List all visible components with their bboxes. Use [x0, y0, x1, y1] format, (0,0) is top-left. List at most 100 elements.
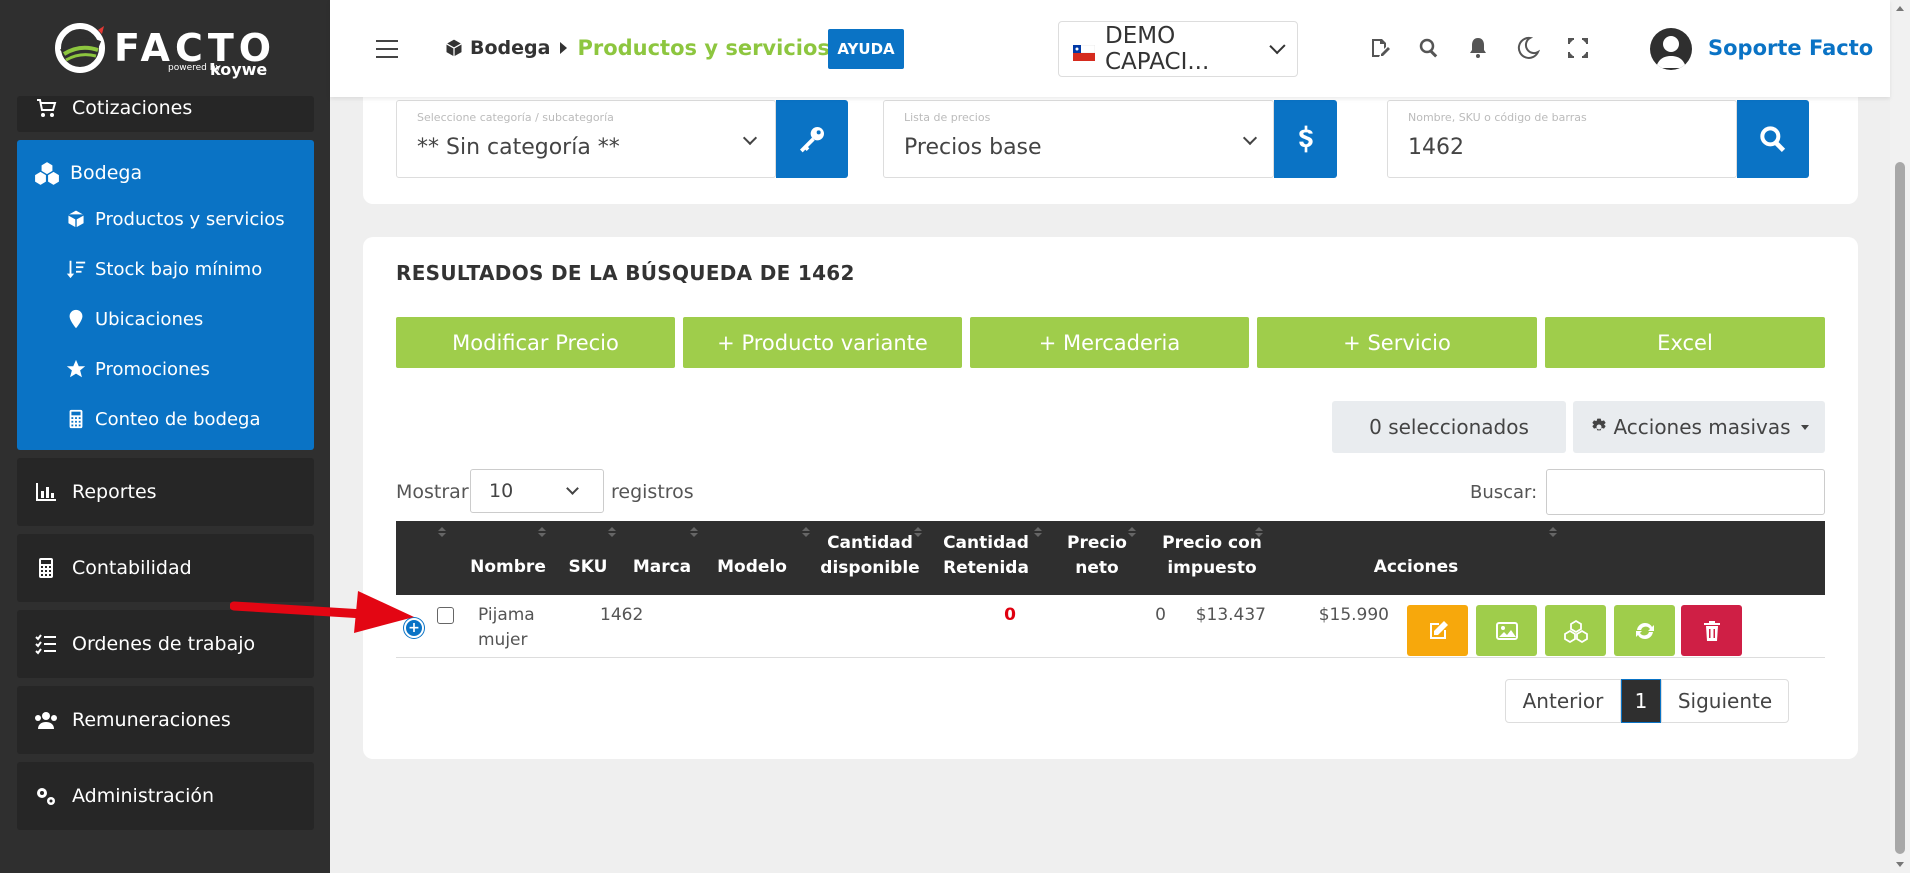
map-pin-icon: [69, 309, 83, 329]
add-merchandise-button[interactable]: + Mercaderia: [970, 317, 1249, 368]
sidebar-item-administracion[interactable]: Administración: [17, 762, 314, 830]
col-sku[interactable]: SKU: [566, 555, 610, 580]
sidebar-section-bodega: Bodega Productos y servicios Stock bajo …: [17, 140, 314, 450]
col-cantidad-retenida[interactable]: Cantidad Retenida: [936, 531, 1036, 581]
stock-button[interactable]: [1545, 605, 1606, 656]
page-length-select[interactable]: 10: [470, 469, 604, 513]
image-button[interactable]: [1476, 605, 1537, 656]
row-checkbox[interactable]: [437, 607, 454, 624]
col-precio-impuesto[interactable]: Precio con impuesto: [1152, 531, 1272, 581]
col-cantidad-disponible[interactable]: Cantidad disponible: [820, 531, 920, 581]
edit-document-icon[interactable]: [1368, 36, 1392, 60]
cell-sku: 1462: [600, 605, 644, 625]
sidebar-item-bodega[interactable]: Bodega: [34, 160, 142, 186]
chevron-down-icon: [1269, 37, 1286, 55]
add-service-button[interactable]: + Servicio: [1257, 317, 1537, 368]
annotation-arrow-icon: [230, 591, 414, 633]
sort-icon[interactable]: [608, 527, 616, 537]
dollar-icon: [1298, 125, 1313, 153]
avatar[interactable]: [1650, 28, 1692, 70]
chevron-down-icon: [566, 482, 579, 495]
col-acciones: Acciones: [1373, 557, 1459, 577]
records-label: registros: [611, 481, 694, 503]
category-value: ** Sin categoría **: [417, 135, 620, 160]
sort-icon[interactable]: [914, 527, 922, 537]
sort-icon[interactable]: [1034, 527, 1042, 537]
fullscreen-icon[interactable]: [1566, 36, 1590, 60]
price-list-select[interactable]: Lista de precios Precios base: [883, 100, 1274, 178]
category-select[interactable]: Seleccione categoría / subcategoría ** S…: [396, 100, 776, 178]
sidebar: FACTO powered by koywe Cotizaciones Bode…: [0, 0, 330, 873]
breadcrumb-separator-icon: [560, 42, 568, 54]
price-list-placeholder: Lista de precios: [904, 111, 991, 124]
company-selector[interactable]: DEMO CAPACI...: [1058, 21, 1298, 77]
excel-button[interactable]: Excel: [1545, 317, 1825, 368]
col-precio-neto[interactable]: Precio neto: [1062, 531, 1132, 581]
sidebar-subitem-conteo[interactable]: Conteo de bodega: [65, 408, 260, 430]
sort-icon[interactable]: [1128, 527, 1136, 537]
price-list-value: Precios base: [904, 135, 1042, 160]
col-marca[interactable]: Marca: [632, 555, 692, 580]
sidebar-item-label: Remuneraciones: [72, 709, 231, 731]
sidebar-subitem-promociones[interactable]: Promociones: [65, 358, 210, 380]
user-name[interactable]: Soporte Facto: [1708, 36, 1873, 60]
sync-button[interactable]: [1614, 605, 1675, 656]
sidebar-item-reportes[interactable]: Reportes: [17, 458, 314, 526]
sidebar-subitem-label: Promociones: [95, 358, 210, 380]
moon-icon[interactable]: [1516, 36, 1541, 60]
scroll-down-icon[interactable]: [1896, 862, 1904, 867]
price-list-dollar-button[interactable]: [1274, 100, 1337, 178]
sort-icon[interactable]: [438, 527, 446, 537]
pagination-prev[interactable]: Anterior: [1505, 679, 1621, 723]
col-modelo[interactable]: Modelo: [714, 555, 790, 580]
mass-actions-button[interactable]: Acciones masivas: [1573, 401, 1825, 453]
table-search-input[interactable]: [1546, 469, 1825, 515]
sidebar-item-label: Bodega: [70, 162, 143, 184]
breadcrumb-current: Productos y servicios: [577, 36, 830, 60]
sidebar-subitem-label: Productos y servicios: [95, 208, 285, 230]
scroll-up-icon[interactable]: [1896, 6, 1904, 11]
sort-icon[interactable]: [538, 527, 546, 537]
users-icon: [35, 712, 57, 729]
caret-down-icon: [1800, 424, 1809, 430]
bell-icon[interactable]: [1466, 36, 1490, 60]
category-placeholder: Seleccione categoría / subcategoría: [417, 111, 614, 124]
sidebar-subitem-productos[interactable]: Productos y servicios: [65, 208, 285, 230]
pagination-page[interactable]: 1: [1621, 679, 1661, 723]
cell-precio-neto: $13.437: [1195, 605, 1266, 625]
sort-down-icon: [66, 260, 86, 279]
sort-icon[interactable]: [802, 527, 810, 537]
col-nombre[interactable]: Nombre: [468, 555, 548, 580]
modify-price-button[interactable]: Modificar Precio: [396, 317, 675, 368]
table-search-label: Buscar:: [1470, 482, 1538, 503]
breadcrumb-root[interactable]: Bodega: [444, 37, 550, 59]
sidebar-item-label: Contabilidad: [72, 557, 192, 579]
pagination-next[interactable]: Siguiente: [1661, 679, 1789, 723]
sidebar-subitem-stock[interactable]: Stock bajo mínimo: [65, 258, 262, 280]
hamburger-menu-icon[interactable]: [376, 40, 398, 58]
sidebar-item-remuneraciones[interactable]: Remuneraciones: [17, 686, 314, 754]
search-field[interactable]: Nombre, SKU o código de barras 1462: [1387, 100, 1737, 178]
delete-button[interactable]: [1681, 605, 1742, 656]
add-variant-button[interactable]: + Producto variante: [683, 317, 962, 368]
search-button[interactable]: [1737, 100, 1809, 178]
scroll-thumb[interactable]: [1895, 162, 1905, 854]
top-header: Bodega Productos y servicios AYUDA DEMO …: [330, 0, 1890, 97]
edit-button[interactable]: [1407, 605, 1468, 656]
results-card: RESULTADOS DE LA BÚSQUEDA DE 1462 Modifi…: [363, 237, 1858, 759]
search-icon[interactable]: [1417, 36, 1441, 60]
chile-flag-icon: [1072, 41, 1096, 61]
facto-logo[interactable]: FACTO powered by koywe: [0, 0, 330, 96]
sidebar-item-label: Reportes: [72, 481, 157, 503]
trash-icon: [1703, 620, 1720, 641]
sort-icon[interactable]: [690, 527, 698, 537]
category-key-button[interactable]: [776, 100, 848, 178]
help-button[interactable]: AYUDA: [828, 29, 904, 69]
sort-icon[interactable]: [1255, 527, 1263, 537]
cell-cantidad-disponible: 0: [1004, 605, 1016, 625]
sidebar-item-cotizaciones[interactable]: Cotizaciones: [17, 96, 314, 132]
logo-koywe: koywe: [210, 60, 268, 79]
sort-icon[interactable]: [1549, 527, 1557, 537]
sidebar-subitem-ubicaciones[interactable]: Ubicaciones: [65, 308, 203, 330]
page-scrollbar[interactable]: [1890, 0, 1910, 873]
